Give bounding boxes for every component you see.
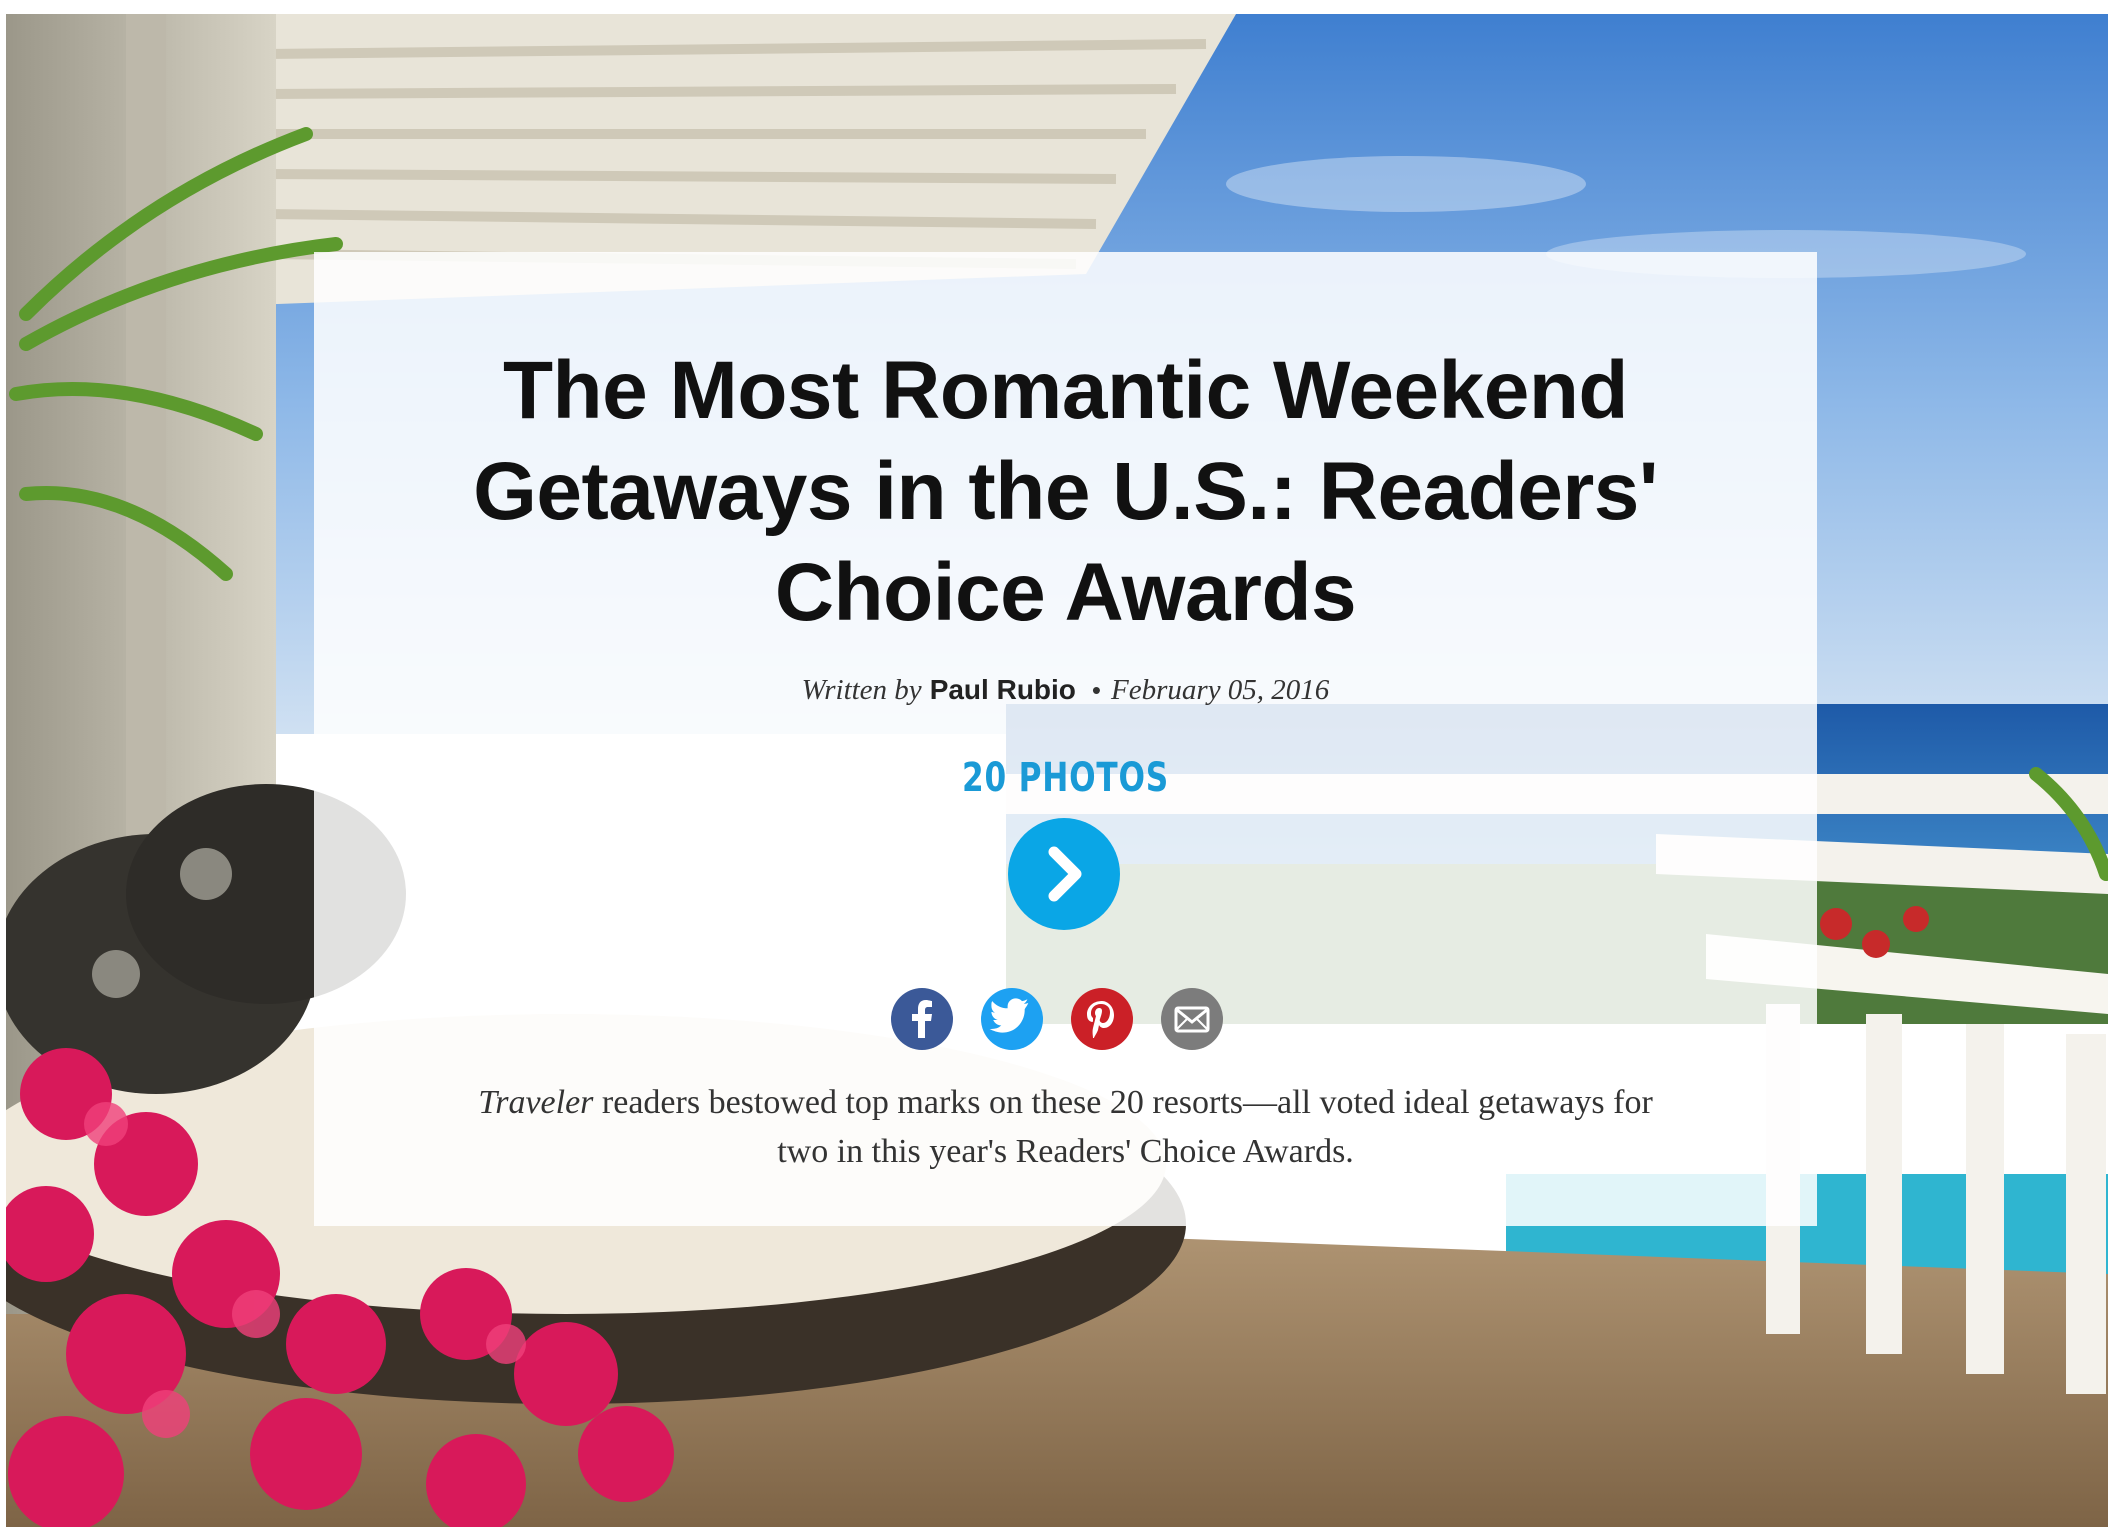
gallery-next-button[interactable] [1008,818,1120,930]
byline-written-by: Written by [801,674,922,706]
twitter-share-button[interactable] [981,988,1043,1050]
page: The Most Romantic Weekend Getaways in th… [0,0,2108,1527]
dek-text: readers bestowed top marks on these 20 r… [593,1084,1653,1170]
publication-name: Traveler [478,1084,594,1121]
facebook-icon [912,1000,932,1038]
email-share-button[interactable] [1161,988,1223,1050]
article-dek: Traveler readers bestowed top marks on t… [464,1078,1667,1176]
twitter-icon [989,998,1029,1033]
pinterest-icon [1087,1001,1114,1038]
chevron-right-icon [1048,846,1082,902]
byline: Written by Paul Rubio • February 05, 2016 [314,670,1817,710]
envelope-icon [1174,1006,1210,1033]
pinterest-share-button[interactable] [1071,988,1133,1050]
publish-date: February 05, 2016 [1111,674,1330,706]
author-link[interactable]: Paul Rubio [930,674,1076,705]
facebook-share-button[interactable] [891,988,953,1050]
article-title: The Most Romantic Weekend Getaways in th… [473,345,1658,638]
byline-separator: • [1091,675,1102,705]
photo-count-label[interactable]: 20 PHOTOS [479,752,1651,804]
share-buttons [891,988,1251,1052]
article-header-card: The Most Romantic Weekend Getaways in th… [314,252,1817,1226]
